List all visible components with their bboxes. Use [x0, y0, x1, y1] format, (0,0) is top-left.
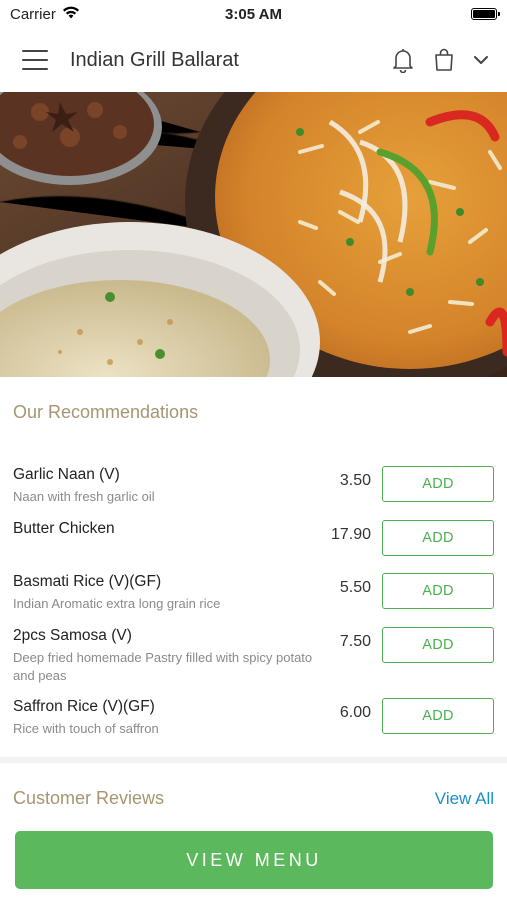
wifi-icon: [62, 6, 80, 23]
item-name: Saffron Rice (V)(GF): [13, 698, 155, 715]
item-price: 17.90: [330, 526, 371, 543]
list-item: Butter Chicken 17.90 ADD: [0, 520, 507, 570]
item-name: Garlic Naan (V): [13, 466, 120, 483]
list-item: Garlic Naan (V) Naan with fresh garlic o…: [0, 466, 507, 516]
item-description: Deep fried homemade Pastry filled with s…: [13, 650, 313, 683]
item-price: 7.50: [339, 633, 371, 650]
view-all-link[interactable]: View All: [435, 789, 494, 809]
add-button[interactable]: ADD: [382, 627, 494, 663]
item-description: Indian Aromatic extra long grain rice: [13, 596, 221, 611]
header-actions: [391, 47, 489, 73]
hero-food-image: [0, 92, 507, 377]
add-button[interactable]: ADD: [382, 698, 494, 734]
chevron-down-icon[interactable]: [473, 55, 489, 65]
item-name: Butter Chicken: [13, 520, 115, 537]
item-description: Naan with fresh garlic oil: [13, 489, 155, 504]
add-button[interactable]: ADD: [382, 573, 494, 609]
battery-icon: [471, 8, 500, 20]
item-description: Rice with touch of saffron: [13, 721, 159, 736]
item-price: 5.50: [339, 579, 371, 596]
shopping-bag-icon[interactable]: [433, 48, 455, 72]
status-bar: Carrier 3:05 AM: [0, 0, 507, 28]
item-price: 6.00: [339, 704, 371, 721]
page-title: Indian Grill Ballarat: [70, 48, 239, 71]
list-item: 2pcs Samosa (V) Deep fried homemade Past…: [0, 627, 507, 683]
menu-icon[interactable]: [22, 50, 48, 70]
carrier-label: Carrier: [10, 5, 56, 23]
item-price: 3.50: [339, 472, 371, 489]
list-item: Saffron Rice (V)(GF) Rice with touch of …: [0, 698, 507, 748]
section-divider: [0, 757, 507, 763]
add-button[interactable]: ADD: [382, 520, 494, 556]
add-button[interactable]: ADD: [382, 466, 494, 502]
app-header: Indian Grill Ballarat: [0, 28, 507, 92]
view-menu-button[interactable]: VIEW MENU: [15, 831, 493, 889]
item-name: 2pcs Samosa (V): [13, 627, 132, 644]
reviews-title: Customer Reviews: [13, 788, 165, 808]
status-left: Carrier: [10, 6, 80, 23]
item-name: Basmati Rice (V)(GF): [13, 573, 162, 590]
bell-icon[interactable]: [391, 47, 415, 73]
list-item: Basmati Rice (V)(GF) Indian Aromatic ext…: [0, 573, 507, 623]
recommendations-title: Our Recommendations: [13, 402, 199, 422]
